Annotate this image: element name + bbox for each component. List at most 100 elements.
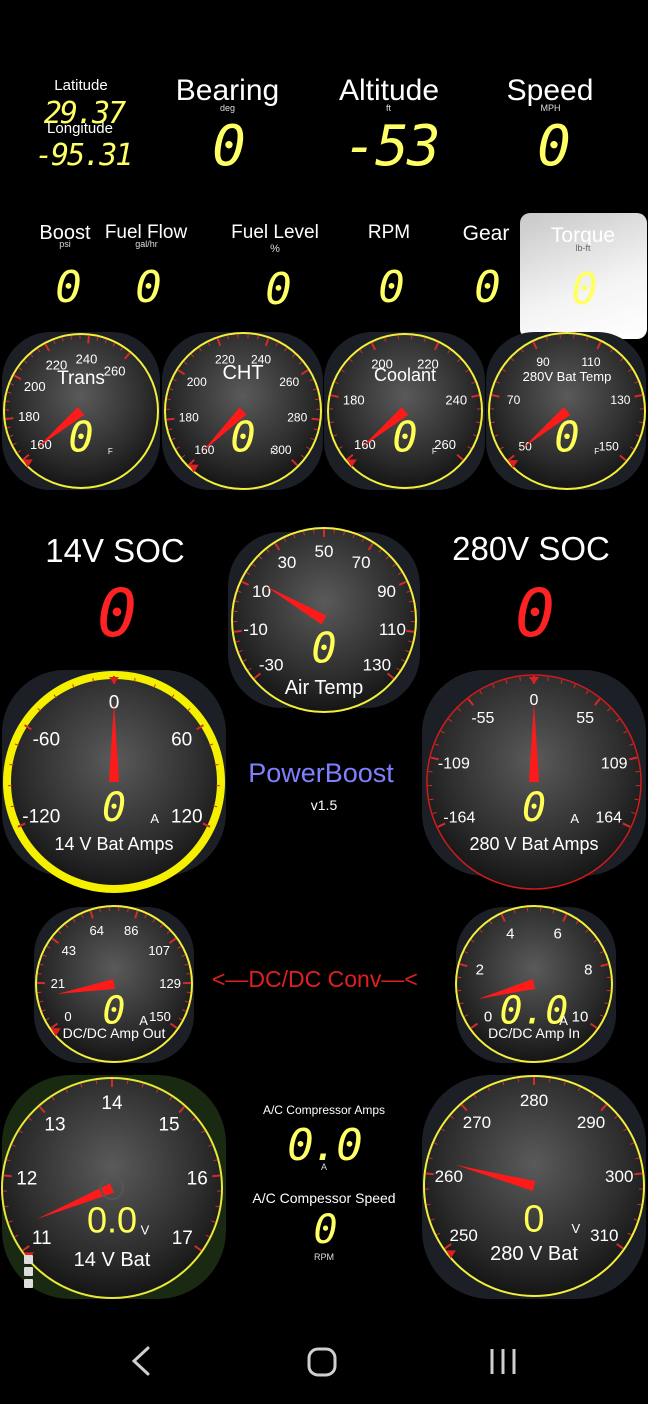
trans-gauge[interactable]: 160180200220240260Trans0F xyxy=(0,330,162,492)
gauge-tick-label: 0 xyxy=(64,1009,71,1024)
gauge-tick-label: 150 xyxy=(149,1009,171,1024)
gauge-unit: F xyxy=(108,447,113,456)
ac-speed-label: A/C Compessor Speed xyxy=(252,1190,396,1206)
gauge-tick-label: 12 xyxy=(16,1169,37,1190)
fuel-flow-unit: gal/hr xyxy=(135,239,158,249)
bat280-temp-gauge[interactable]: 507090110130150280V Bat Temp0F xyxy=(484,330,648,492)
longitude-label: Longitude xyxy=(47,120,113,137)
gauge-tick xyxy=(214,764,219,766)
gauge-tick-label: 10 xyxy=(252,582,271,601)
longitude-value: -95.31 xyxy=(35,138,133,173)
gauge-tick-label: 260 xyxy=(104,363,126,378)
gauge-tick-label: 270 xyxy=(463,1113,491,1132)
altitude-value: -53 xyxy=(343,114,440,179)
gauge-tick xyxy=(70,335,72,340)
gauge-tick-label: 130 xyxy=(610,393,630,407)
gauge-tick xyxy=(634,798,639,801)
gauge-unit: A xyxy=(150,811,159,826)
gauge-tick xyxy=(517,1078,520,1083)
bat14-amps-gauge[interactable]: -120-6006012014 V Bat Amps0A xyxy=(0,668,228,893)
gauge-tick-label: 2 xyxy=(476,962,484,979)
gauge-tick xyxy=(37,972,42,975)
boost-value: 0 xyxy=(55,262,82,313)
dcdc-amp-out-gauge[interactable]: 0 21 43 64 86 107 129 150 DC/DC Amp Out 0 A xyxy=(32,905,196,1065)
bearing-value: 0 xyxy=(212,114,246,179)
gauge-tick xyxy=(186,972,191,975)
gauge-value: 0.0 xyxy=(500,988,569,1032)
soc280-label: 280V SOC xyxy=(452,530,610,567)
gauge-tick-label: 110 xyxy=(379,620,406,639)
gauge-unit: A xyxy=(559,1013,568,1028)
dcdc-conv-label: <—DC/DC Conv—< xyxy=(212,966,418,992)
torque-unit: lb-ft xyxy=(575,243,591,253)
gauge-tick-label: 4 xyxy=(506,925,514,942)
latitude-label: Latitude xyxy=(54,77,108,94)
gauge-tick-label: -109 xyxy=(438,756,470,773)
gauge-tick-label: 6 xyxy=(554,925,562,942)
gauge-tick-label: 200 xyxy=(24,379,46,394)
gauge-tick xyxy=(634,1172,643,1176)
soc280-value: 0 xyxy=(515,575,555,652)
gauge-unit: V xyxy=(141,1222,150,1237)
gauge-tick-label: 260 xyxy=(434,437,456,452)
gauge-value: 0 xyxy=(68,413,93,462)
ac-amps-label: A/C Compressor Amps xyxy=(262,1103,386,1117)
rpm-label: RPM xyxy=(367,222,411,243)
gauge-tick-label: 129 xyxy=(159,976,181,991)
gauge-tick-label: 260 xyxy=(279,375,299,389)
gauge-tick-label: 109 xyxy=(601,756,628,773)
gauge-tick-label: 14 xyxy=(101,1093,123,1114)
gauge-tick-label: 13 xyxy=(44,1115,65,1136)
gauge-tick xyxy=(425,1172,434,1176)
recents-icon[interactable] xyxy=(490,1349,516,1374)
gauge-tick-label: 260 xyxy=(435,1167,463,1186)
gauge-tick xyxy=(429,798,434,801)
soc14-value: 0 xyxy=(97,575,137,652)
gauge-title: 14 V Bat xyxy=(74,1249,151,1271)
gauge-tick-label: 280 xyxy=(287,410,307,424)
air-temp-gauge[interactable]: -30 -10 10 30 50 70 90 110 130 Air Temp 0 xyxy=(226,527,422,713)
gauge-title: Coolant xyxy=(374,365,436,385)
gauge-tick xyxy=(215,1205,220,1208)
gauge-tick-label: 30 xyxy=(277,553,296,572)
gauge-tick-label: 15 xyxy=(158,1115,179,1136)
gauge-tick-label: 180 xyxy=(18,409,40,424)
gauge-title: 14 V Bat Amps xyxy=(54,834,173,854)
gauge-tick-label: 180 xyxy=(179,410,199,424)
home-icon[interactable] xyxy=(307,1347,337,1377)
gauge-title: Trans xyxy=(57,368,105,389)
gauge-tick-label: -60 xyxy=(33,730,60,751)
gauge-unit: F xyxy=(270,447,275,456)
ac-speed-unit: RPM xyxy=(314,1252,334,1262)
fuel-flow-value: 0 xyxy=(135,262,162,313)
gauge-value: 0 xyxy=(523,1198,544,1240)
cht-gauge[interactable]: 160180200220240260280300CHT0F xyxy=(160,330,325,492)
coolant-gauge[interactable]: 160180200220240260Coolant0F xyxy=(322,330,487,492)
dcdc-amp-in-gauge[interactable]: 0 2 4 6 8 10 DC/DC Amp In 0.0 A xyxy=(454,905,618,1065)
gauge-tick-label: 240 xyxy=(445,393,467,408)
gauge-unit: A xyxy=(570,811,579,826)
gauge-tick-label: 21 xyxy=(51,976,65,991)
fuel-level-unit: % xyxy=(270,243,280,255)
gauge-tick xyxy=(212,1174,221,1178)
gauge-tick-label: 55 xyxy=(576,710,594,727)
gauge-unit: F xyxy=(594,447,599,456)
gauge-value: 0 xyxy=(554,413,579,462)
bat280-voltage-gauge[interactable]: 250 260 270 280 290 300 310 280 V Bat 0 V xyxy=(420,1073,648,1301)
altitude-unit: ft xyxy=(385,103,391,113)
gauge-tick-label: 107 xyxy=(148,943,170,958)
gauge-tick xyxy=(315,398,320,401)
bat280-amps-gauge[interactable]: -164 -109 -55 0 55 109 164 280 V Bat Amps 0 A xyxy=(420,668,648,890)
overflow-menu-icon[interactable] xyxy=(24,1255,36,1291)
brand-name: PowerBoost xyxy=(248,758,394,788)
gauge-tick-label: 200 xyxy=(187,375,207,389)
back-icon[interactable] xyxy=(131,1346,150,1376)
speed-value: 0 xyxy=(537,114,571,179)
gauge-value: 0 xyxy=(230,413,255,462)
gauge-tick-label: 110 xyxy=(581,355,600,369)
ac-speed-value: 0 xyxy=(313,1207,337,1253)
gauge-tick-label: 90 xyxy=(377,582,396,601)
gauge-tick-label: -55 xyxy=(471,710,494,727)
gauge-tick xyxy=(166,417,175,421)
gauge-tick-label: 280 xyxy=(520,1091,548,1110)
